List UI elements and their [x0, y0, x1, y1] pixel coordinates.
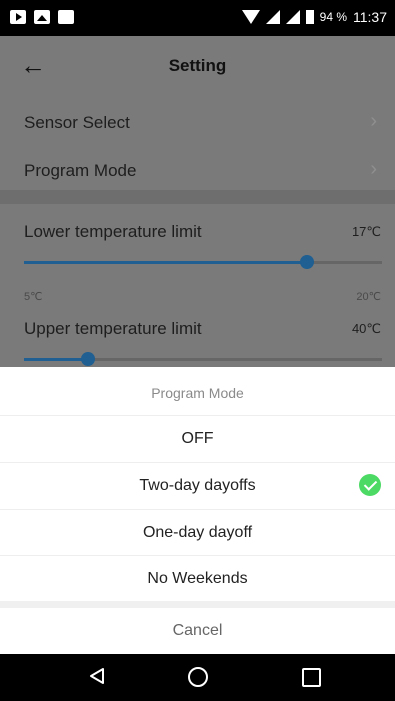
- nav-home-icon[interactable]: [188, 667, 208, 687]
- lower-limit-label: Lower temperature limit: [24, 222, 202, 241]
- clock: 11:37: [353, 9, 387, 25]
- program-mode-row[interactable]: Program Mode ›: [0, 148, 395, 194]
- cancel-label: Cancel: [172, 622, 223, 639]
- chevron-right-icon: ›: [370, 158, 377, 180]
- lower-limit-value: 17℃: [351, 224, 381, 239]
- program-mode-sheet: Program Mode OFF Two-day dayoffs One-day…: [0, 367, 395, 654]
- sheet-divider: [0, 601, 395, 608]
- cancel-button[interactable]: Cancel: [0, 608, 395, 654]
- nav-back-icon[interactable]: [88, 667, 106, 685]
- range-max-label: 20℃: [356, 291, 381, 303]
- status-bar: 94 % 11:37: [0, 0, 395, 36]
- battery-percent: 94 %: [319, 10, 347, 24]
- sensor-select-row[interactable]: Sensor Select ›: [0, 100, 395, 146]
- chevron-right-icon: ›: [370, 110, 377, 132]
- upper-limit-value: 40℃: [351, 321, 381, 336]
- option-label: No Weekends: [147, 570, 248, 587]
- sensor-select-label: Sensor Select: [24, 113, 130, 132]
- video-notification-icon: [10, 10, 26, 24]
- cell-signal-2-icon: [285, 10, 300, 24]
- upper-limit-label: Upper temperature limit: [24, 319, 202, 338]
- range-min-label: 5℃: [24, 291, 43, 303]
- option-no-weekends[interactable]: No Weekends: [0, 555, 395, 602]
- slider-thumb[interactable]: [81, 352, 96, 366]
- wifi-icon: [241, 10, 260, 24]
- upper-limit-slider[interactable]: [24, 352, 382, 366]
- nav-recents-icon[interactable]: [302, 668, 321, 687]
- settings-page: ← Setting Sensor Select › Program Mode ›…: [0, 36, 395, 367]
- sheet-title: Program Mode: [151, 385, 244, 401]
- option-one-day-dayoff[interactable]: One-day dayoff: [0, 509, 395, 556]
- option-label: Two-day dayoffs: [139, 477, 256, 494]
- option-two-day-dayoffs[interactable]: Two-day dayoffs: [0, 462, 395, 509]
- slider-fill: [24, 261, 307, 264]
- image-notification-icon: [34, 10, 50, 24]
- slider-fill: [24, 358, 89, 361]
- section-divider: [0, 190, 395, 204]
- system-nav-bar: [0, 654, 395, 701]
- battery-icon: [305, 10, 314, 24]
- check-icon: [359, 474, 381, 496]
- lower-limit-slider[interactable]: [24, 255, 382, 269]
- cell-signal-icon: [265, 10, 280, 24]
- program-mode-label: Program Mode: [24, 161, 137, 180]
- page-title: Setting: [168, 56, 227, 75]
- option-off[interactable]: OFF: [0, 415, 395, 462]
- bug-notification-icon: [58, 10, 74, 24]
- option-label: One-day dayoff: [142, 524, 253, 541]
- slider-thumb[interactable]: [299, 255, 314, 269]
- option-label: OFF: [181, 430, 214, 447]
- app-header: ← Setting: [0, 36, 395, 92]
